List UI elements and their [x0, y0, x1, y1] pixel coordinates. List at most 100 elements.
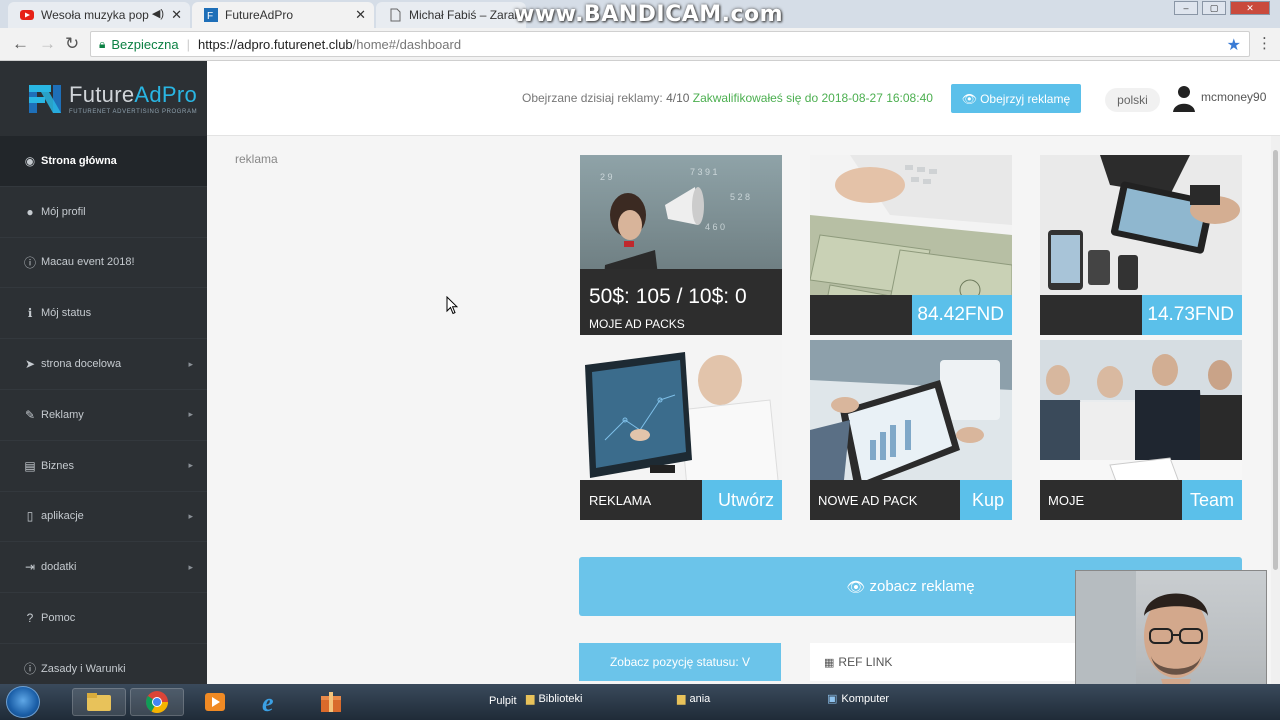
ads-watched-count: 4/10 — [666, 91, 690, 105]
close-tab-icon[interactable]: ✕ — [355, 7, 366, 23]
close-window-icon[interactable]: ✕ — [1230, 1, 1270, 15]
buy-action: Kup — [960, 480, 1012, 520]
document-icon — [388, 8, 402, 22]
eye-icon: 👁︎ — [961, 91, 978, 106]
taskbar-pulpit[interactable]: Pulpit — [489, 695, 517, 707]
sidebar-item[interactable]: ⓘ Macau event 2018! — [0, 238, 207, 289]
chevron-right-icon: ▸ — [188, 409, 193, 420]
logo-tagline: FUTURENET ADVERTISING PROGRAM — [69, 109, 198, 115]
media-player-icon[interactable] — [188, 688, 242, 716]
sidebar-item[interactable]: ▤ Biznes ▸ — [0, 441, 207, 492]
taskbar-biblioteki-label: Biblioteki — [538, 692, 583, 705]
tab-futureadpro[interactable]: F FutureAdPro ✕ — [192, 2, 374, 28]
url-field[interactable]: 🔒︎ Bezpieczna | https://adpro.futurenet.… — [90, 31, 1250, 57]
section-label: reklama — [235, 152, 278, 166]
tile-fnd-balance-1[interactable]: 84.42FND — [810, 155, 1012, 335]
folder-icon: ▆ — [526, 693, 535, 705]
tile-my-team[interactable]: MOJE Team — [1040, 340, 1242, 520]
tile-buy-ad-pack-bar: NOWE AD PACK — [810, 480, 960, 520]
address-bar-row: ← → ↻ 🔒︎ Bezpieczna | https://adpro.futu… — [0, 28, 1280, 61]
create-ad-label: REKLAMA — [589, 493, 652, 508]
taskbar-biblioteki[interactable]: ▆ Biblioteki — [526, 692, 583, 706]
sidebar-item[interactable]: ✎ Reklamy ▸ — [0, 390, 207, 441]
watch-ad-header-button[interactable]: 👁︎ Obejrzyj reklamę — [951, 84, 1081, 113]
scrollbar-thumb[interactable] — [1273, 150, 1278, 570]
close-tab-icon[interactable]: ✕ — [171, 7, 182, 23]
start-button-icon[interactable] — [6, 686, 40, 718]
sidebar-item[interactable]: ➤ strona docelowa ▸ — [0, 339, 207, 390]
tab-michal[interactable]: Michał Fabiś – Zarabia — [376, 2, 526, 28]
tile-buy-ad-pack[interactable]: NOWE AD PACK Kup — [810, 340, 1012, 520]
sidebar-item[interactable]: ⇥ dodatki ▸ — [0, 542, 207, 594]
sidebar-item-label: aplikacje — [41, 510, 84, 523]
tile-ad-packs[interactable]: 7 3 9 15 2 84 6 02 9 50$: 105 / 10$: 0 M… — [580, 155, 782, 335]
package-icon[interactable] — [304, 688, 358, 716]
sidebar-item[interactable]: ℹ Mój status — [0, 288, 207, 340]
taskbar-ania-label: ania — [689, 692, 711, 705]
browser-tab-bar: Wesoła muzyka pop ◀) ✕ F FutureAdPro ✕ M… — [0, 0, 1280, 28]
svg-text:5 2 8: 5 2 8 — [730, 192, 750, 202]
sidebar-item[interactable]: ◉ Strona główna — [0, 136, 207, 187]
tile-fnd-balance-2[interactable]: 14.73FND — [1040, 155, 1242, 335]
sidebar-item-label: dodatki — [41, 561, 77, 574]
maximize-icon[interactable]: ▢ — [1202, 1, 1226, 15]
sidebar-item[interactable]: ▯ aplikacje ▸ — [0, 492, 207, 543]
bookmark-star-icon[interactable]: ★ — [1227, 35, 1241, 55]
sidebar-item-label: Macau event 2018! — [41, 256, 135, 269]
info-circle-icon: ⓘ — [23, 662, 36, 677]
language-selector[interactable]: polski — [1105, 88, 1160, 112]
taskbar-komputer[interactable]: ▣ Komputer — [827, 692, 890, 706]
menu-dots-icon[interactable]: ⋮ — [1257, 34, 1272, 52]
internet-explorer-icon[interactable]: e — [246, 688, 300, 716]
taskbar-ania[interactable]: ▆ ania — [677, 692, 711, 706]
sidebar-menu: ◉ Strona główna ● Mój profil ⓘ Macau event 20… — [0, 136, 207, 684]
taskbar-komputer-label: Komputer — [841, 692, 890, 705]
chevron-right-icon: ▸ — [188, 460, 193, 471]
question-icon: ? — [26, 611, 34, 626]
tile-create-ad[interactable]: REKLAMA Utwórz — [580, 340, 782, 520]
ad-packs-label: MOJE AD PACKS — [589, 317, 685, 331]
logo[interactable]: FutureAdPro FUTURENET ADVERTISING PROGRA… — [0, 61, 207, 136]
window-controls: – ▢ ✕ — [1174, 1, 1270, 15]
sidebar-item-label: Biznes — [41, 459, 75, 472]
forward-arrow-icon[interactable]: → — [39, 34, 56, 54]
status-position-button[interactable]: Zobacz pozycję statusu: V — [579, 643, 781, 681]
sidebar-item[interactable]: ⓘ Zasady i Warunki — [0, 644, 207, 684]
chevron-right-icon: ▸ — [188, 561, 193, 572]
sidebar-item[interactable]: ● Mój profil — [0, 187, 207, 238]
fnd-balance-2: 14.73FND — [1142, 295, 1242, 335]
info-circle-icon: ⓘ — [23, 255, 36, 270]
explorer-icon[interactable] — [72, 688, 126, 716]
logo-brand-a: Future — [69, 82, 135, 107]
mobile-icon: ▯ — [26, 509, 34, 524]
url-host: https://adpro.futurenet.club — [198, 36, 353, 52]
svg-text:7 3 9 1: 7 3 9 1 — [690, 167, 718, 177]
chrome-icon[interactable] — [130, 688, 184, 716]
speaker-icon[interactable]: ◀) — [152, 7, 164, 20]
svg-text:F: F — [207, 11, 213, 22]
username[interactable]: mcmoney90 — [1201, 90, 1266, 104]
chevron-right-icon: ▸ — [188, 358, 193, 369]
tile-ad-packs-caption: 50$: 105 / 10$: 0 MOJE AD PACKS — [580, 269, 782, 335]
back-arrow-icon[interactable]: ← — [12, 34, 29, 54]
tab-title: Wesoła muzyka pop — [41, 8, 149, 22]
user-icon: ● — [26, 204, 34, 219]
logo-brand-b: AdPro — [134, 82, 198, 107]
minimize-icon[interactable]: – — [1174, 1, 1198, 15]
svg-text:4 6 0: 4 6 0 — [705, 222, 725, 232]
tab-title: FutureAdPro — [225, 8, 294, 22]
reload-icon[interactable]: ↻ — [65, 34, 79, 54]
sign-in-icon: ⇥ — [24, 560, 36, 575]
fnd-balance-1: 84.42FND — [912, 295, 1012, 335]
ad-packs-counts: 50$: 105 / 10$: 0 — [589, 285, 747, 308]
sidebar: FutureAdPro FUTURENET ADVERTISING PROGRA… — [0, 61, 207, 684]
sidebar-item[interactable]: ? Pomoc — [0, 593, 207, 644]
sidebar-item-label: Pomoc — [41, 612, 76, 625]
create-ad-action: Utwórz — [702, 480, 782, 520]
futureadpro-favicon-icon: F — [204, 8, 218, 22]
page-scrollbar[interactable] — [1271, 136, 1280, 684]
team-action: Team — [1182, 480, 1242, 520]
user-avatar-icon[interactable] — [1172, 84, 1196, 112]
tab-youtube[interactable]: Wesoła muzyka pop ◀) ✕ — [8, 2, 190, 28]
sidebar-item-label: strona docelowa — [41, 358, 122, 371]
